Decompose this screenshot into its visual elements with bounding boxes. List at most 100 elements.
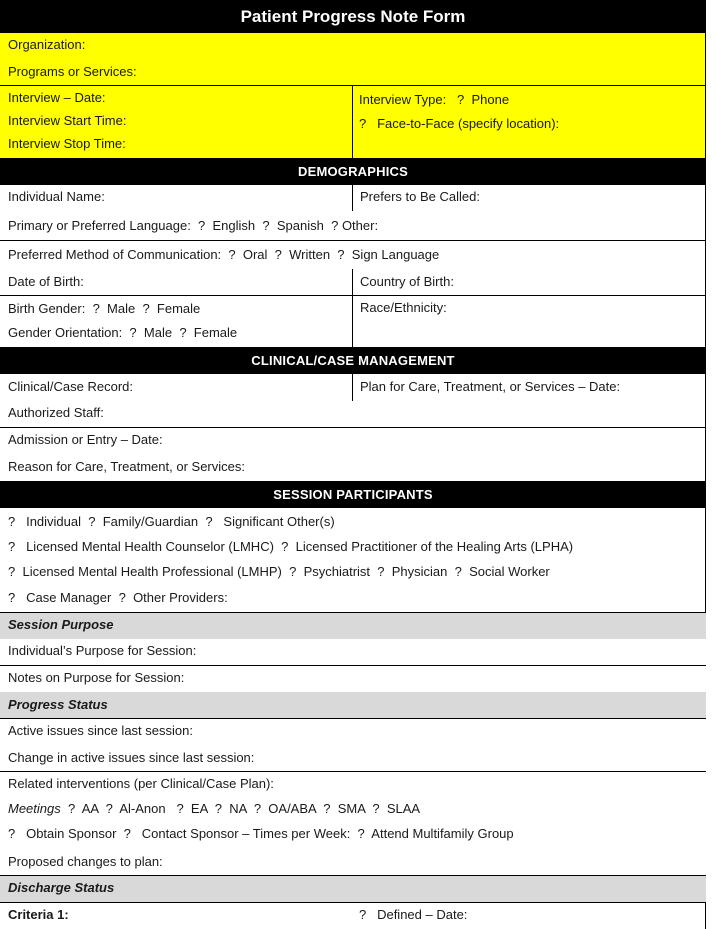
checkbox-icon[interactable]: ? bbox=[179, 325, 186, 340]
option-psychiatrist[interactable]: Psychiatrist bbox=[304, 564, 370, 579]
option-other-providers[interactable]: Other Providers: bbox=[133, 590, 228, 605]
option-individual[interactable]: Individual bbox=[26, 514, 81, 529]
organization-field[interactable]: Organization: bbox=[8, 37, 85, 53]
authorized-staff-field[interactable]: Authorized Staff: bbox=[8, 405, 104, 421]
admission-date-field[interactable]: Admission or Entry – Date: bbox=[8, 432, 163, 448]
divider bbox=[0, 902, 706, 903]
checkbox-icon[interactable]: ? bbox=[8, 514, 15, 529]
checkbox-icon[interactable]: ? bbox=[8, 590, 15, 605]
defined-date-field[interactable]: Defined – Date: bbox=[377, 907, 467, 922]
checkbox-icon[interactable]: ? bbox=[129, 325, 136, 340]
individual-purpose-field[interactable]: Individual’s Purpose for Session: bbox=[8, 643, 196, 659]
divider bbox=[705, 508, 706, 612]
option-multifamily-group[interactable]: Attend Multifamily Group bbox=[371, 826, 513, 841]
option-spanish[interactable]: Spanish bbox=[277, 218, 324, 233]
option-lmhp[interactable]: Licensed Mental Health Professional (LMH… bbox=[22, 564, 281, 579]
meetings-label: Meetings bbox=[8, 801, 61, 816]
individual-name-field[interactable]: Individual Name: bbox=[8, 189, 105, 205]
checkbox-icon[interactable]: ? bbox=[372, 801, 379, 816]
case-record-field[interactable]: Clinical/Case Record: bbox=[8, 379, 133, 395]
interview-stop-field[interactable]: Interview Stop Time: bbox=[8, 136, 126, 152]
option-sma[interactable]: SMA bbox=[338, 801, 365, 816]
programs-field[interactable]: Programs or Services: bbox=[8, 64, 137, 80]
option-face-to-face[interactable]: Face-to-Face (specify location): bbox=[377, 116, 559, 131]
dob-field[interactable]: Date of Birth: bbox=[8, 274, 84, 290]
checkbox-icon[interactable]: ? bbox=[142, 301, 149, 316]
divider bbox=[0, 85, 706, 86]
option-family-guardian[interactable]: Family/Guardian bbox=[103, 514, 198, 529]
plan-date-field[interactable]: Plan for Care, Treatment, or Services – … bbox=[360, 379, 620, 395]
checkbox-icon[interactable]: ? bbox=[281, 539, 288, 554]
option-case-manager[interactable]: Case Manager bbox=[26, 590, 111, 605]
checkbox-icon[interactable]: ? bbox=[323, 801, 330, 816]
section-header-clinical: CLINICAL/CASE MANAGEMENT bbox=[0, 347, 706, 374]
option-slaa[interactable]: SLAA bbox=[387, 801, 420, 816]
checkbox-icon[interactable]: ? bbox=[8, 564, 15, 579]
option-na[interactable]: NA bbox=[229, 801, 246, 816]
checkbox-icon[interactable]: ? bbox=[331, 218, 338, 233]
checkbox-icon[interactable]: ? bbox=[337, 247, 344, 262]
option-phone[interactable]: Phone bbox=[472, 92, 510, 107]
option-written[interactable]: Written bbox=[289, 247, 330, 262]
meetings-row: Meetings ? AA ? Al-Anon ? EA ? NA ? OA/A… bbox=[8, 801, 420, 817]
checkbox-icon[interactable]: ? bbox=[275, 247, 282, 262]
checkbox-icon[interactable]: ? bbox=[215, 801, 222, 816]
checkbox-icon[interactable]: ? bbox=[176, 801, 183, 816]
checkbox-icon[interactable]: ? bbox=[8, 539, 15, 554]
option-aa[interactable]: AA bbox=[82, 801, 99, 816]
checkbox-icon[interactable]: ? bbox=[68, 801, 75, 816]
change-issues-field[interactable]: Change in active issues since last sessi… bbox=[8, 750, 254, 766]
checkbox-icon[interactable]: ? bbox=[289, 564, 296, 579]
checkbox-icon[interactable]: ? bbox=[228, 247, 235, 262]
checkbox-icon[interactable]: ? bbox=[359, 116, 366, 131]
criteria-1-field[interactable]: Criteria 1: bbox=[8, 907, 69, 923]
checkbox-icon[interactable]: ? bbox=[262, 218, 269, 233]
option-english[interactable]: English bbox=[213, 218, 256, 233]
option-physician[interactable]: Physician bbox=[392, 564, 448, 579]
participants-row-1: ? Individual ? Family/Guardian ? Signifi… bbox=[8, 514, 335, 530]
checkbox-icon[interactable]: ? bbox=[359, 907, 366, 922]
divider bbox=[705, 185, 706, 347]
option-lmhc[interactable]: Licensed Mental Health Counselor (LMHC) bbox=[26, 539, 274, 554]
checkbox-icon[interactable]: ? bbox=[124, 826, 131, 841]
checkbox-icon[interactable]: ? bbox=[254, 801, 261, 816]
option-obtain-sponsor[interactable]: Obtain Sponsor bbox=[26, 826, 116, 841]
option-lpha[interactable]: Licensed Practitioner of the Healing Art… bbox=[296, 539, 573, 554]
active-issues-field[interactable]: Active issues since last session: bbox=[8, 723, 193, 739]
checkbox-icon[interactable]: ? bbox=[8, 826, 15, 841]
option-contact-sponsor[interactable]: Contact Sponsor – Times per Week: bbox=[142, 826, 351, 841]
checkbox-icon[interactable]: ? bbox=[106, 801, 113, 816]
checkbox-icon[interactable]: ? bbox=[455, 564, 462, 579]
option-sign-language[interactable]: Sign Language bbox=[352, 247, 439, 262]
option-significant-other[interactable]: Significant Other(s) bbox=[223, 514, 334, 529]
checkbox-icon[interactable]: ? bbox=[358, 826, 365, 841]
proposed-changes-field[interactable]: Proposed changes to plan: bbox=[8, 854, 163, 870]
checkbox-icon[interactable]: ? bbox=[88, 514, 95, 529]
option-oral[interactable]: Oral bbox=[243, 247, 268, 262]
option-male[interactable]: Male bbox=[107, 301, 135, 316]
checkbox-icon[interactable]: ? bbox=[205, 514, 212, 529]
option-female[interactable]: Female bbox=[194, 325, 237, 340]
option-al-anon[interactable]: Al-Anon bbox=[119, 801, 165, 816]
prefers-called-field[interactable]: Prefers to Be Called: bbox=[360, 189, 480, 205]
checkbox-icon[interactable]: ? bbox=[457, 92, 464, 107]
option-oa-aba[interactable]: OA/ABA bbox=[268, 801, 316, 816]
interview-start-field[interactable]: Interview Start Time: bbox=[8, 113, 126, 129]
divider bbox=[705, 902, 706, 929]
race-ethnicity-field[interactable]: Race/Ethnicity: bbox=[360, 300, 447, 316]
option-female[interactable]: Female bbox=[157, 301, 200, 316]
divider bbox=[0, 771, 706, 772]
defined-date-row: ? Defined – Date: bbox=[359, 907, 467, 923]
checkbox-icon[interactable]: ? bbox=[198, 218, 205, 233]
interview-date-field[interactable]: Interview – Date: bbox=[8, 90, 106, 106]
option-ea[interactable]: EA bbox=[191, 801, 208, 816]
checkbox-icon[interactable]: ? bbox=[377, 564, 384, 579]
option-male[interactable]: Male bbox=[144, 325, 172, 340]
checkbox-icon[interactable]: ? bbox=[93, 301, 100, 316]
purpose-notes-field[interactable]: Notes on Purpose for Session: bbox=[8, 670, 184, 686]
checkbox-icon[interactable]: ? bbox=[119, 590, 126, 605]
option-social-worker[interactable]: Social Worker bbox=[469, 564, 550, 579]
option-other[interactable]: Other: bbox=[342, 218, 378, 233]
country-birth-field[interactable]: Country of Birth: bbox=[360, 274, 454, 290]
reason-field[interactable]: Reason for Care, Treatment, or Services: bbox=[8, 459, 245, 475]
